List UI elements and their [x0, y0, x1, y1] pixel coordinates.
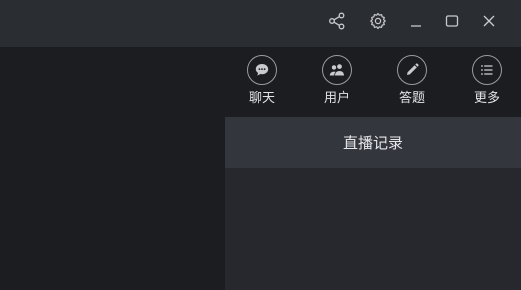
list-icon — [472, 55, 502, 85]
pencil-icon — [397, 55, 427, 85]
tool-more[interactable]: 更多 — [459, 55, 515, 115]
minimize-icon[interactable] — [405, 10, 427, 32]
side-toolbar: 聊天 用户 答题 更多 — [225, 47, 521, 117]
tool-users-label: 用户 — [323, 91, 350, 106]
users-icon — [322, 55, 352, 85]
tool-quiz-label: 答题 — [398, 91, 425, 106]
maximize-icon[interactable] — [441, 10, 463, 32]
tool-users[interactable]: 用户 — [309, 55, 365, 115]
tool-chat[interactable]: 聊天 — [234, 55, 290, 115]
tool-quiz[interactable]: 答题 — [384, 55, 440, 115]
tool-chat-label: 聊天 — [248, 91, 275, 106]
close-icon[interactable] — [478, 10, 500, 32]
panel-header: 直播记录 — [225, 117, 521, 168]
tool-more-label: 更多 — [473, 91, 500, 106]
gear-icon[interactable] — [367, 10, 389, 32]
chat-bubble-icon — [247, 55, 277, 85]
share-icon[interactable] — [326, 10, 348, 32]
title-bar — [0, 0, 521, 47]
video-area — [0, 47, 225, 290]
